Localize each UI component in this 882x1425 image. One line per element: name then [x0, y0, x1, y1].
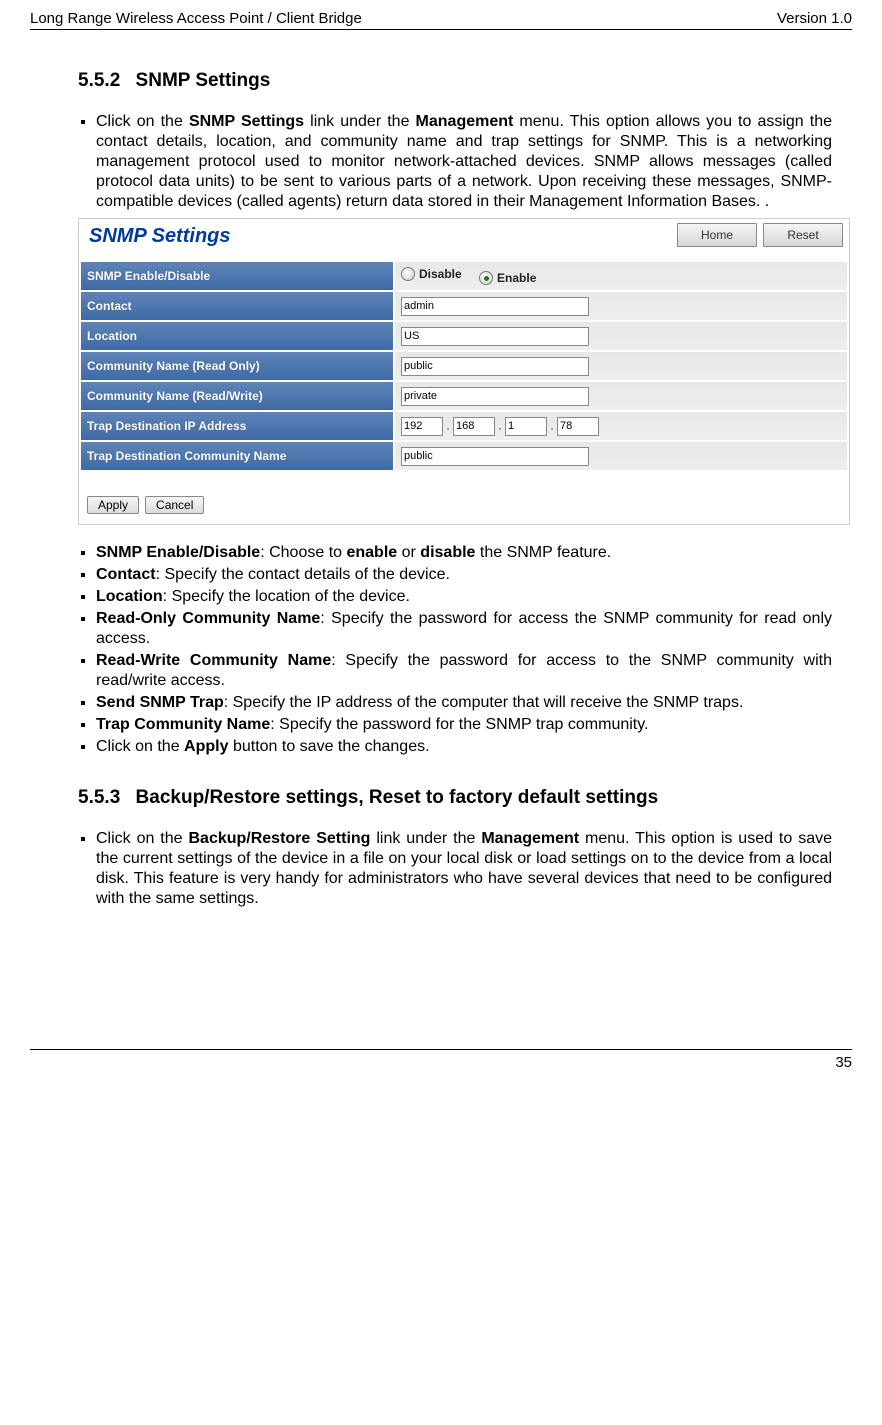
def-ro-community: Read-Only Community Name: Specify the pa… [96, 609, 832, 649]
community-rw-input[interactable] [401, 387, 589, 406]
trap-ip-4-input[interactable] [557, 417, 599, 436]
panel-title: SNMP Settings [89, 225, 231, 248]
reset-button[interactable]: Reset [763, 223, 843, 247]
def-snmp-enable: SNMP Enable/Disable: Choose to enable or… [96, 543, 832, 563]
row-label-trap-ip: Trap Destination IP Address [80, 411, 394, 441]
location-input[interactable] [401, 327, 589, 346]
row-label-contact: Contact [80, 291, 394, 321]
radio-disable[interactable]: Disable [401, 267, 462, 281]
radio-enable[interactable]: Enable [479, 271, 536, 285]
contact-input[interactable] [401, 297, 589, 316]
trap-ip-1-input[interactable] [401, 417, 443, 436]
def-trap-community: Trap Community Name: Specify the passwor… [96, 715, 832, 735]
section-number: 5.5.2 [78, 70, 130, 91]
section-heading-snmp: 5.5.2 SNMP Settings [78, 70, 832, 92]
section-heading-backup: 5.5.3 Backup/Restore settings, Reset to … [78, 787, 832, 809]
apply-button[interactable]: Apply [87, 496, 139, 514]
page-header: Long Range Wireless Access Point / Clien… [30, 10, 852, 30]
header-right: Version 1.0 [777, 10, 852, 27]
def-rw-community: Read-Write Community Name: Specify the p… [96, 651, 832, 691]
def-location: Location: Specify the location of the de… [96, 587, 832, 607]
page-footer: 35 [30, 1049, 852, 1071]
page-number: 35 [835, 1054, 852, 1071]
row-label-location: Location [80, 321, 394, 351]
def-contact: Contact: Specify the contact details of … [96, 565, 832, 585]
trap-ip-3-input[interactable] [505, 417, 547, 436]
home-button[interactable]: Home [677, 223, 757, 247]
cancel-button[interactable]: Cancel [145, 496, 204, 514]
snmp-intro-paragraph: Click on the SNMP Settings link under th… [96, 112, 832, 212]
community-ro-input[interactable] [401, 357, 589, 376]
backup-intro-paragraph: Click on the Backup/Restore Setting link… [96, 829, 832, 909]
section-title: Backup/Restore settings, Reset to factor… [136, 787, 659, 808]
snmp-settings-panel: SNMP Settings Home Reset SNMP Enable/Dis… [78, 218, 850, 525]
row-label-enable: SNMP Enable/Disable [80, 261, 394, 291]
row-label-trap-comm: Trap Destination Community Name [80, 441, 394, 471]
def-send-trap: Send SNMP Trap: Specify the IP address o… [96, 693, 832, 713]
section-number: 5.5.3 [78, 787, 130, 808]
section-title: SNMP Settings [136, 70, 271, 91]
def-apply: Click on the Apply button to save the ch… [96, 737, 832, 757]
header-left: Long Range Wireless Access Point / Clien… [30, 10, 362, 27]
row-label-comm-ro: Community Name (Read Only) [80, 351, 394, 381]
trap-community-input[interactable] [401, 447, 589, 466]
row-label-comm-rw: Community Name (Read/Write) [80, 381, 394, 411]
trap-ip-2-input[interactable] [453, 417, 495, 436]
